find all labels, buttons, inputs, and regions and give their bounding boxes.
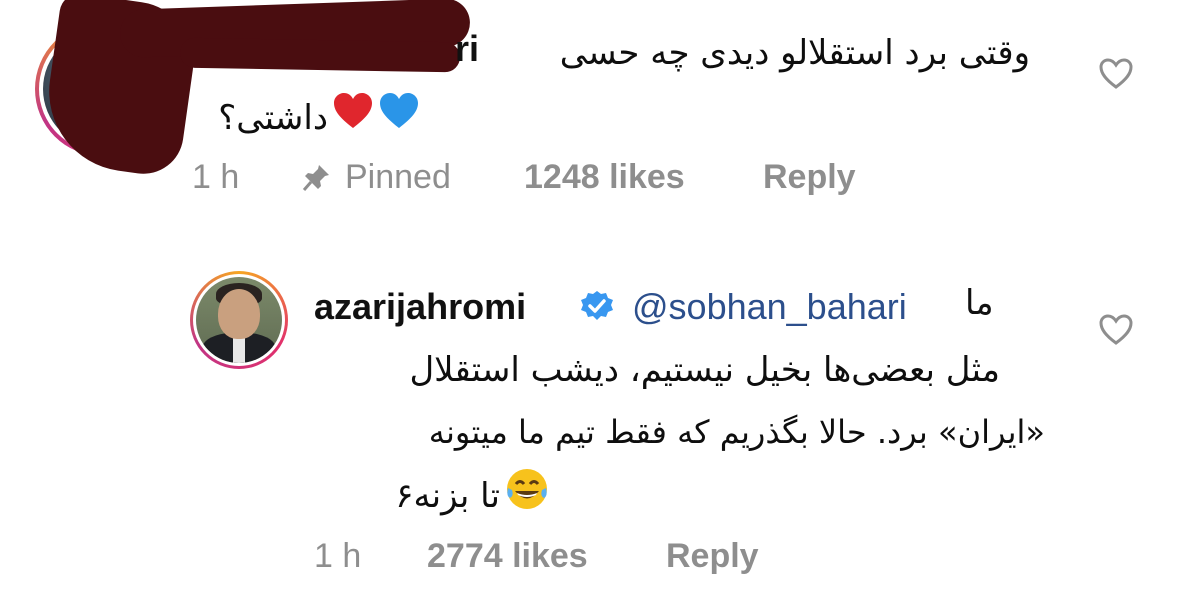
- comment-time-2: 1 h: [314, 537, 362, 575]
- heart-outline-icon: [1099, 58, 1133, 89]
- comment-text-line-1: مثل بعضی‌ها بخیل نیستیم، دیشب استقلال: [409, 350, 1000, 390]
- comment-text-line-2: داشتی؟: [180, 92, 420, 144]
- reply-button-2[interactable]: Reply: [666, 537, 759, 576]
- likes-count-1[interactable]: 1248 likes: [524, 158, 685, 197]
- comment-text-line-3-text: تا بزنه۶: [395, 476, 500, 516]
- like-button-2[interactable]: [1098, 312, 1134, 352]
- heart-outline-icon: [1099, 314, 1133, 345]
- comment-text-line-1: وقتی برد استقلالو دیدی چه حسی: [559, 33, 1030, 73]
- mention-link[interactable]: @sobhan_bahari: [632, 286, 907, 328]
- redaction-scribble: [179, 37, 461, 73]
- reply-button-1[interactable]: Reply: [763, 158, 856, 197]
- avatar-photo: [196, 277, 282, 363]
- commenter-username[interactable]: ri: [455, 28, 479, 70]
- comment-time-1: 1 h: [192, 158, 240, 196]
- pinned-label: Pinned: [345, 158, 451, 196]
- likes-count-2[interactable]: 2774 likes: [427, 537, 588, 576]
- pin-icon: [302, 162, 332, 196]
- blue-heart-emoji: [378, 92, 420, 144]
- like-button-1[interactable]: [1098, 56, 1134, 96]
- commenter-avatar-2[interactable]: [190, 271, 288, 369]
- comment-lead-word: ما: [965, 283, 994, 323]
- comment-text-line-3: تا بزنه۶: [300, 466, 550, 526]
- red-heart-emoji: [332, 92, 374, 144]
- tears-of-joy-emoji: [504, 466, 550, 526]
- comment-text-line-2-text: داشتی؟: [218, 98, 328, 138]
- comment-text-line-2: «ایران» برد. حالا بگذریم که فقط تیم ما م…: [428, 413, 1045, 451]
- commenter-username[interactable]: azarijahromi: [314, 286, 526, 328]
- verified-badge-icon: [580, 290, 614, 328]
